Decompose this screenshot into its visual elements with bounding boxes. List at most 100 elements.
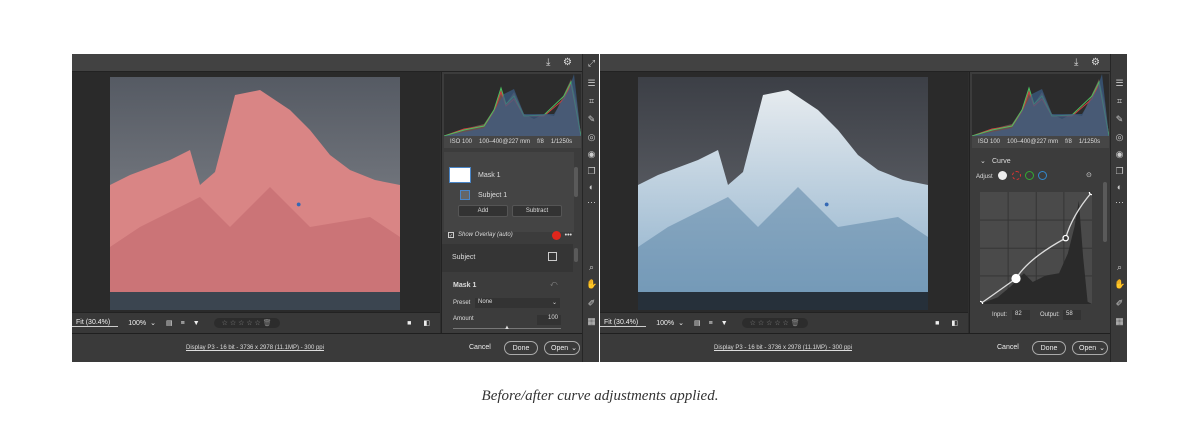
- scrollbar[interactable]: [1103, 182, 1107, 242]
- preset-label: Preset: [453, 300, 471, 306]
- filter-icon[interactable]: ▼: [721, 320, 728, 327]
- collapse-icon[interactable]: ⌄: [980, 157, 986, 165]
- save-icon[interactable]: ⤓: [1074, 57, 1078, 68]
- grid-icon[interactable]: ▦: [586, 316, 597, 327]
- curve-point[interactable]: [1062, 234, 1069, 242]
- filter-icon[interactable]: ▼: [193, 320, 200, 327]
- redeye-icon[interactable]: ◉: [1114, 149, 1125, 160]
- reset-icon[interactable]: ⤺: [550, 281, 557, 289]
- hand-icon[interactable]: ✋: [1114, 279, 1125, 290]
- workflow-options-link[interactable]: Display P3 - 16 bit - 3736 x 2978 (11.1M…: [186, 345, 324, 351]
- overlay-color-swatch[interactable]: [551, 230, 561, 240]
- before-after-icon[interactable]: ■: [935, 320, 939, 327]
- footer: Display P3 - 16 bit - 3736 x 2978 (11.1M…: [600, 333, 1110, 362]
- healing-icon[interactable]: ✎: [586, 114, 597, 125]
- input-field[interactable]: 82: [1012, 310, 1030, 320]
- workflow-options-link[interactable]: Display P3 - 16 bit - 3736 x 2978 (11.1M…: [714, 345, 852, 351]
- subject-section: Subject: [442, 244, 573, 272]
- curve-heading[interactable]: Curve: [992, 158, 1011, 165]
- curve-point[interactable]: [1011, 273, 1021, 284]
- gear-icon[interactable]: ⚙: [1091, 57, 1100, 68]
- hand-icon[interactable]: ✋: [586, 279, 597, 290]
- sort-icon[interactable]: ≡: [709, 320, 713, 327]
- amount-slider-thumb[interactable]: ▲: [504, 325, 510, 331]
- mask-1-label[interactable]: Mask 1: [478, 172, 501, 179]
- done-button[interactable]: Done: [1032, 341, 1066, 355]
- edit-sliders-icon[interactable]: ☰: [1114, 78, 1125, 89]
- scrollbar-2[interactable]: [574, 248, 578, 262]
- presets-icon[interactable]: ◐: [586, 182, 597, 192]
- zoom-100[interactable]: 100%: [646, 320, 678, 327]
- cancel-button[interactable]: Cancel: [997, 344, 1019, 351]
- sampler-icon[interactable]: ✐: [1114, 298, 1125, 309]
- open-button[interactable]: Open ⌄: [1072, 341, 1108, 355]
- background-icon[interactable]: ▤: [694, 319, 701, 327]
- channel-rgb[interactable]: [998, 171, 1007, 180]
- zoom-icon[interactable]: ⌕: [586, 262, 597, 273]
- snapshots-icon[interactable]: ❐: [586, 166, 597, 177]
- gear-icon[interactable]: ⚙: [563, 57, 572, 68]
- top-bar: ⤓ ⚙: [72, 54, 582, 72]
- invert-icon[interactable]: [548, 252, 557, 261]
- mask-1-heading: Mask 1: [453, 282, 477, 289]
- after-screenshot: ⤓ ⚙ ● ISO 100 100–400@227 mm f/8 1/1250s: [600, 54, 1127, 362]
- open-dropdown-icon[interactable]: ⌄: [1099, 344, 1105, 352]
- zoom-100[interactable]: 100%: [118, 320, 150, 327]
- done-button[interactable]: Done: [504, 341, 538, 355]
- output-field[interactable]: 58: [1063, 310, 1081, 320]
- zoom-dropdown-icon[interactable]: ⌄: [678, 319, 684, 327]
- zoom-fit[interactable]: Fit (30.4%): [72, 319, 119, 327]
- grid-icon[interactable]: ▦: [1114, 316, 1125, 327]
- expand-icon[interactable]: ⤢: [586, 58, 597, 69]
- compare-icon[interactable]: ◧: [951, 319, 958, 327]
- redeye-icon[interactable]: ◉: [586, 149, 597, 160]
- cancel-button[interactable]: Cancel: [469, 344, 491, 351]
- save-icon[interactable]: ⤓: [546, 57, 550, 68]
- crop-icon[interactable]: ⌗: [1114, 96, 1125, 107]
- iceberg-photo-adjusted: ●: [638, 77, 928, 310]
- open-dropdown-icon[interactable]: ⌄: [571, 344, 577, 352]
- bottom-toolbar: Fit (30.4%) 100% ⌄ ▤ ≡ ▼ ☆ ☆ ☆ ☆ ☆ 🗑 ■ ◧: [600, 312, 968, 333]
- masking-icon[interactable]: ◎: [586, 132, 597, 143]
- compare-icon[interactable]: ◧: [423, 319, 430, 327]
- subject-heading: Subject: [452, 254, 476, 261]
- more-tools-icon[interactable]: ⋯: [1114, 197, 1125, 208]
- target-adjust-icon[interactable]: ⊙: [1086, 171, 1092, 179]
- edit-panel: ISO 100 100–400@227 mm f/8 1/1250s Mask …: [441, 72, 582, 333]
- zoom-dropdown-icon[interactable]: ⌄: [150, 319, 156, 327]
- edit-sliders-icon[interactable]: ☰: [586, 78, 597, 89]
- scrollbar[interactable]: [574, 167, 578, 197]
- output-label: Output:: [1040, 312, 1060, 318]
- open-button[interactable]: Open ⌄: [544, 341, 580, 355]
- rating-stars[interactable]: ☆ ☆ ☆ ☆ ☆ 🗑: [741, 318, 808, 328]
- tool-strip: ☰ ⌗ ✎ ◎ ◉ ❐ ◐ ⋯ ⌕ ✋ ✐ ▦: [1110, 54, 1127, 362]
- curve-point[interactable]: [1088, 192, 1092, 196]
- amount-input[interactable]: 100: [537, 315, 561, 325]
- zoom-fit[interactable]: Fit (30.4%): [600, 319, 647, 327]
- before-after-icon[interactable]: ■: [407, 320, 411, 327]
- crop-icon[interactable]: ⌗: [586, 96, 597, 107]
- snapshots-icon[interactable]: ❐: [1114, 166, 1125, 177]
- mask-thumbnail[interactable]: [449, 167, 471, 183]
- channel-red[interactable]: [1012, 171, 1021, 180]
- sort-icon[interactable]: ≡: [181, 320, 185, 327]
- curve-graph[interactable]: [980, 192, 1092, 304]
- masking-icon[interactable]: ◎: [1114, 132, 1125, 143]
- zoom-icon[interactable]: ⌕: [1114, 262, 1125, 273]
- curve-point[interactable]: [980, 300, 984, 304]
- iso: ISO 100: [450, 139, 473, 145]
- subject-1-label[interactable]: Subject 1: [478, 192, 507, 199]
- sampler-icon[interactable]: ✐: [586, 298, 597, 309]
- background-icon[interactable]: ▤: [166, 319, 173, 327]
- rating-stars[interactable]: ☆ ☆ ☆ ☆ ☆ 🗑: [213, 318, 280, 328]
- add-button[interactable]: Add: [458, 205, 508, 217]
- channel-green[interactable]: [1025, 171, 1034, 180]
- healing-icon[interactable]: ✎: [1114, 114, 1125, 125]
- more-tools-icon[interactable]: ⋯: [586, 197, 597, 208]
- more-icon[interactable]: •••: [565, 232, 572, 239]
- channel-blue[interactable]: [1038, 171, 1047, 180]
- presets-icon[interactable]: ◐: [1114, 182, 1125, 192]
- preset-dropdown[interactable]: None ⌄: [475, 298, 560, 308]
- overlay-checkbox[interactable]: ✓: [448, 232, 454, 239]
- subtract-button[interactable]: Subtract: [512, 205, 562, 217]
